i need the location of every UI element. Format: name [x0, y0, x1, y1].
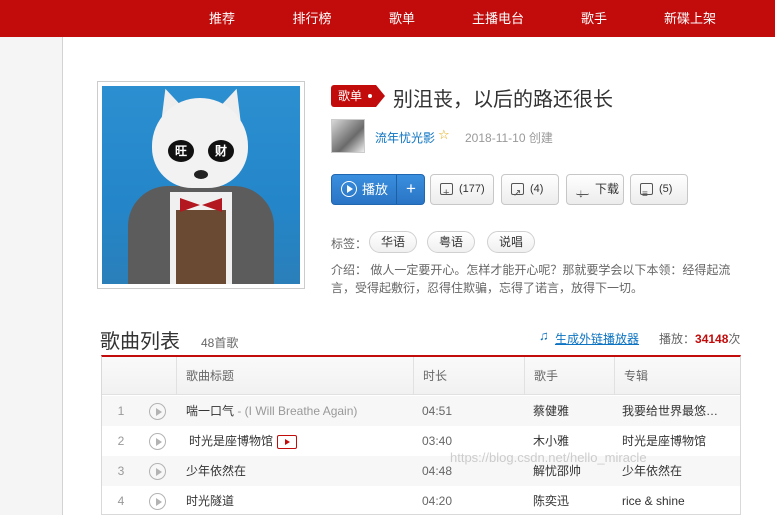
song-duration: 04:51: [422, 404, 453, 418]
play-button-label: 播放: [362, 182, 389, 197]
download-label: 下载: [595, 182, 620, 196]
song-title[interactable]: 时光隧道: [186, 486, 412, 514]
play-count-suffix: 次: [728, 332, 741, 346]
header-artist: 歌手: [524, 357, 614, 395]
favorite-count: (177): [459, 183, 485, 195]
cover-lens-left: 旺: [168, 140, 194, 162]
nav-artists[interactable]: 歌手: [549, 0, 639, 37]
play-icon[interactable]: [149, 493, 166, 510]
song-title-text: 喘一口气: [186, 404, 235, 418]
song-artist[interactable]: 蔡健雅: [533, 396, 613, 426]
play-count: 播放：34148次: [659, 330, 740, 347]
song-artist[interactable]: 陈奕迅: [533, 486, 613, 514]
table-row[interactable]: 4 时光隧道 04:20 陈奕迅 rice & shine: [102, 486, 740, 514]
playlist-cover: 旺 财: [97, 81, 305, 289]
song-list-title: 歌曲列表: [100, 331, 180, 353]
play-count-value: 34148: [695, 332, 729, 346]
play-icon[interactable]: [149, 403, 166, 420]
star-icon: ☆: [438, 127, 450, 142]
header-title: 歌曲标题: [176, 357, 412, 395]
nav-radio[interactable]: 主播电台: [453, 0, 543, 37]
song-album[interactable]: rice & shine: [622, 486, 732, 514]
share-icon: [511, 179, 524, 208]
song-title[interactable]: 喘一口气 - (I Will Breathe Again): [186, 396, 412, 426]
song-title-text: 时光是座博物馆: [189, 434, 274, 448]
nav-playlists[interactable]: 歌单: [357, 0, 447, 37]
comment-count: (5): [659, 183, 673, 195]
song-subtitle: - (I Will Breathe Again): [234, 404, 358, 418]
cover-image: 旺 财: [102, 86, 300, 284]
tags-label: 标签：: [331, 237, 368, 251]
row-index: 4: [117, 494, 125, 508]
mv-icon[interactable]: [277, 434, 298, 449]
external-player-label: 生成外链播放器: [555, 332, 640, 346]
song-count: 48首歌: [201, 336, 239, 350]
song-table: 歌曲标题 时长 歌手 专辑 1 喘一口气 - (I Will Breathe A…: [101, 355, 741, 515]
playlist-title: 别沮丧，以后的路还很长: [393, 89, 613, 111]
row-index: 3: [117, 464, 125, 478]
play-icon[interactable]: [149, 463, 166, 480]
cover-vest: [176, 210, 226, 284]
add-folder-icon: [440, 179, 453, 208]
header-album: 专辑: [614, 357, 740, 395]
table-header: 歌曲标题 时长 歌手 专辑: [102, 357, 740, 395]
creator-avatar[interactable]: [331, 119, 365, 153]
song-duration: 04:20: [422, 494, 453, 508]
share-count: (4): [530, 183, 544, 195]
tag-rap[interactable]: 说唱: [487, 231, 536, 253]
song-album[interactable]: 我要给世界最悠…: [622, 396, 732, 426]
favorite-button[interactable]: (177): [430, 174, 494, 208]
creator-name-link[interactable]: 流年忧光影: [375, 129, 435, 146]
play-count-label: 播放：: [659, 332, 696, 346]
comment-icon: [640, 180, 653, 209]
playlist-badge-label: 歌单: [338, 89, 363, 103]
play-icon[interactable]: [149, 433, 166, 450]
badge-dot-icon: [368, 94, 373, 98]
cover-bowtie: [180, 198, 222, 212]
playlist-badge: 歌单: [331, 85, 386, 107]
cover-lens-right: 财: [208, 140, 234, 162]
header-duration: 时长: [413, 357, 523, 395]
row-index: 1: [117, 404, 125, 418]
tag-mandarin[interactable]: 华语: [369, 231, 418, 253]
cover-glasses: 旺 财: [168, 140, 238, 162]
tag-cantonese[interactable]: 粤语: [427, 231, 476, 253]
cover-dog-nose: [194, 170, 208, 179]
created-date: 2018-11-10 创建: [465, 131, 553, 145]
nav-charts[interactable]: 排行榜: [267, 0, 357, 37]
table-row[interactable]: 1 喘一口气 - (I Will Breathe Again) 04:51 蔡健…: [102, 396, 740, 426]
song-title[interactable]: 少年依然在: [186, 456, 412, 486]
top-nav: 推荐 排行榜 歌单 主播电台 歌手 新碟上架: [0, 0, 775, 37]
playlist-intro: 介绍： 做人一定要开心。怎样才能开心呢？那就要学会以下本领：经得起流言，受得起敷…: [331, 263, 731, 295]
download-icon: [576, 179, 589, 208]
main-content: 旺 财 歌单 别沮丧，以后的路还很长 流年忧光影 ☆ 2018-11-10 创建…: [62, 37, 775, 515]
play-button[interactable]: 播放: [332, 175, 396, 204]
watermark: https://blog.csdn.net/hello_miracle: [450, 450, 647, 465]
row-index: 2: [117, 434, 125, 448]
play-circle-icon: [341, 181, 357, 197]
add-to-queue-button[interactable]: +: [396, 175, 425, 204]
download-button[interactable]: 下载: [566, 174, 624, 208]
song-title[interactable]: 时光是座博物馆: [186, 426, 412, 456]
external-player-link[interactable]: 生成外链播放器: [539, 330, 639, 347]
play-button-group: 播放 +: [331, 174, 425, 205]
share-button[interactable]: (4): [501, 174, 559, 208]
comment-button[interactable]: (5): [630, 174, 688, 209]
nav-new-albums[interactable]: 新碟上架: [645, 0, 735, 37]
nav-recommend[interactable]: 推荐: [177, 0, 267, 37]
